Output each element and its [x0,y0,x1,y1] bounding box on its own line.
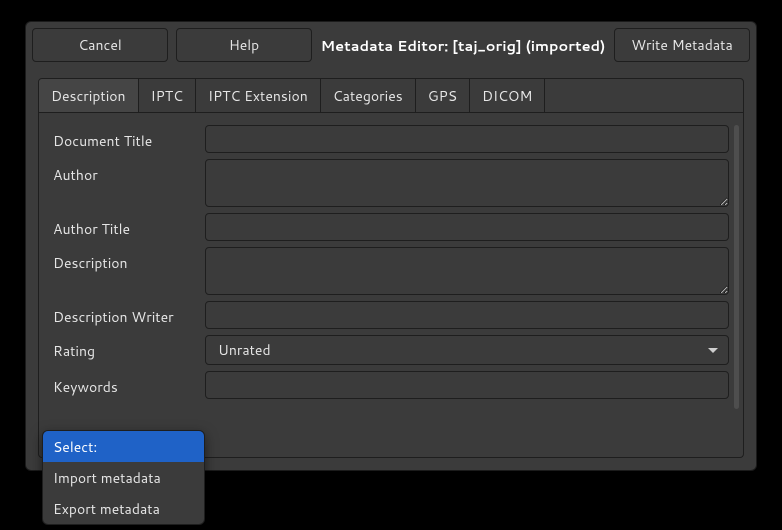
row-rating: Rating Unrated [53,335,729,365]
label-description: Description [53,247,205,273]
tab-label: DICOM [482,86,532,106]
tab-gps[interactable]: GPS [416,79,470,112]
row-author-title: Author Title [53,213,729,241]
import-export-popup: Select: Import metadata Export metadata [42,430,205,525]
cancel-button-label: Cancel [78,35,122,55]
label-rating: Rating [53,335,205,361]
row-author: Author [53,159,729,207]
titlebar: Cancel Help Metadata Editor: [taj_orig] … [26,22,756,68]
tab-iptc[interactable]: IPTC [139,79,196,112]
input-document-title[interactable] [205,125,729,153]
tab-bar-spacer [545,79,743,112]
help-button[interactable]: Help [176,28,312,62]
input-keywords[interactable] [205,371,729,399]
label-keywords: Keywords [53,371,205,397]
dialog-content: Description IPTC IPTC Extension Categori… [26,68,756,470]
popup-export-label: Export metadata [53,499,160,519]
row-description: Description [53,247,729,295]
tab-dicom[interactable]: DICOM [470,79,545,112]
popup-header-label: Select: [53,437,97,457]
chevron-down-icon [708,348,718,353]
input-description[interactable] [205,247,729,295]
tab-iptc-extension[interactable]: IPTC Extension [196,79,321,112]
tab-label: GPS [428,86,457,106]
row-keywords: Keywords [53,371,729,399]
label-document-title: Document Title [53,125,205,151]
select-rating[interactable]: Unrated [205,335,729,365]
label-description-writer: Description Writer [53,301,205,327]
tab-label: IPTC [151,86,183,106]
select-rating-value: Unrated [218,340,271,360]
popup-import-label: Import metadata [53,468,161,488]
row-document-title: Document Title [53,125,729,153]
panel-scrollbar[interactable] [734,125,739,409]
tab-panel-description: Document Title Author Author Title Descr… [38,113,744,458]
tab-label: IPTC Extension [208,86,308,106]
input-author[interactable] [205,159,729,207]
label-author: Author [53,159,205,185]
tab-description[interactable]: Description [39,79,139,112]
popup-export-metadata[interactable]: Export metadata [43,493,204,524]
metadata-editor-dialog: Cancel Help Metadata Editor: [taj_orig] … [25,21,757,471]
write-metadata-button-label: Write Metadata [631,35,733,55]
row-description-writer: Description Writer [53,301,729,329]
tab-label: Categories [333,86,403,106]
panel-inner: Document Title Author Author Title Descr… [53,125,729,457]
help-button-label: Help [229,35,259,55]
label-author-title: Author Title [53,213,205,239]
write-metadata-button[interactable]: Write Metadata [614,28,750,62]
input-author-title[interactable] [205,213,729,241]
tab-bar: Description IPTC IPTC Extension Categori… [38,78,744,113]
tab-categories[interactable]: Categories [321,79,416,112]
tab-label: Description [51,86,126,106]
dialog-title: Metadata Editor: [taj_orig] (imported) [320,35,606,56]
input-description-writer[interactable] [205,301,729,329]
popup-header: Select: [43,431,204,462]
popup-import-metadata[interactable]: Import metadata [43,462,204,493]
cancel-button[interactable]: Cancel [32,28,168,62]
